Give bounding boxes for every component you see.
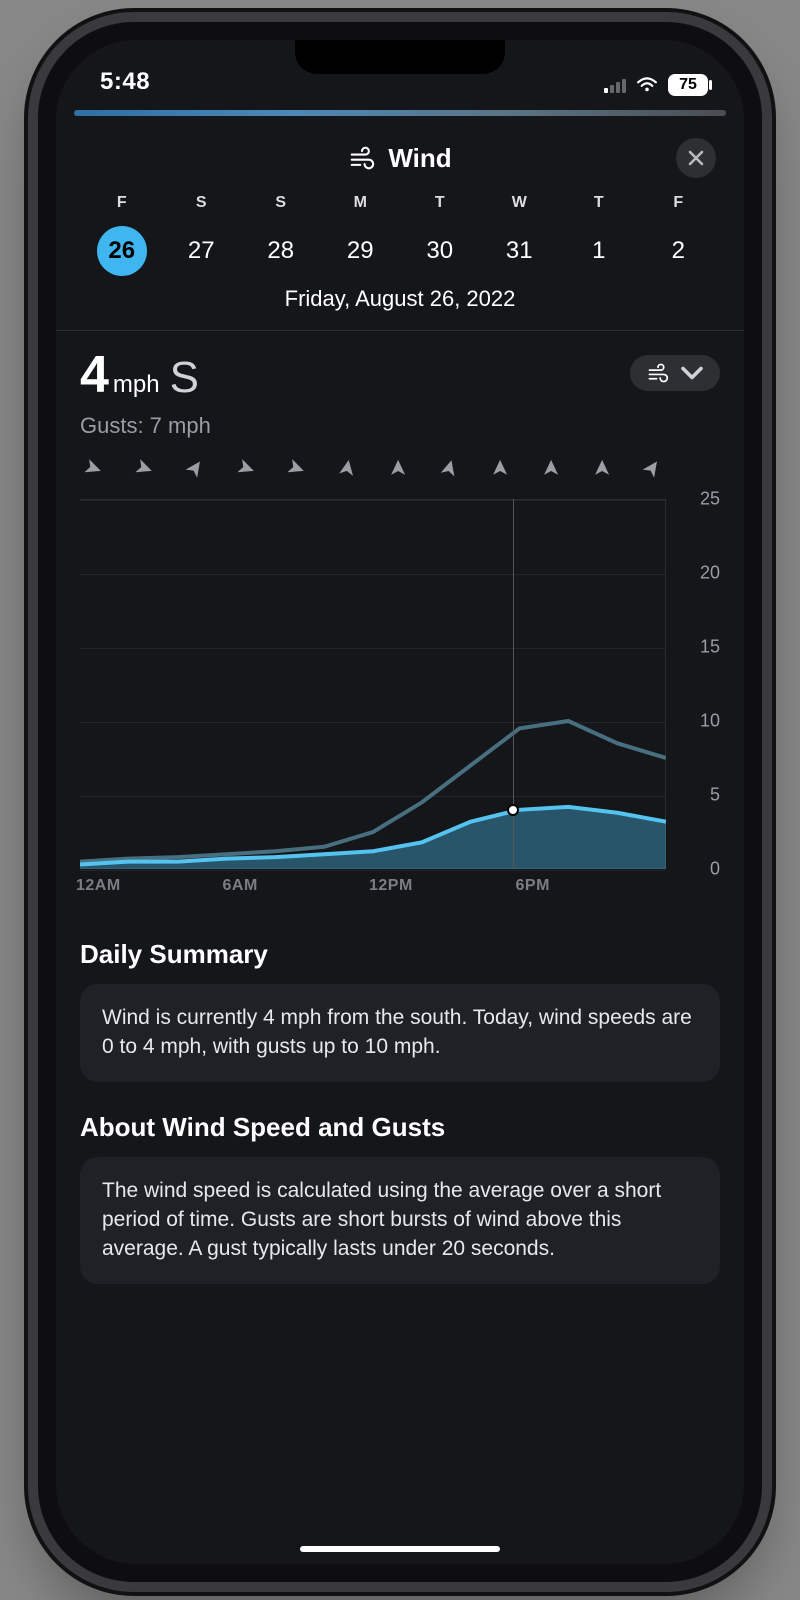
about-card: The wind speed is calculated using the a… [80,1157,720,1284]
y-tick: 20 [700,563,720,584]
wind-arrow-icon: ➤ [589,459,615,477]
wind-arrow-icon: ➤ [487,459,513,477]
x-tick: 12PM [369,877,413,895]
day-letter: S [241,194,321,216]
day-30[interactable]: T 30 [400,194,480,276]
selected-date: Friday, August 26, 2022 [80,286,720,312]
day-27[interactable]: S 27 [162,194,242,276]
y-tick: 5 [710,785,720,806]
x-tick: 6AM [223,877,258,895]
wind-icon [646,363,670,383]
day-number: 2 [653,226,703,276]
wind-speed-unit: mph [113,371,160,398]
day-1[interactable]: T 1 [559,194,639,276]
wind-arrow-icon: ➤ [333,457,362,480]
day-number: 29 [335,226,385,276]
wind-arrow-icon: ➤ [179,453,211,483]
home-indicator[interactable] [300,1546,500,1552]
divider [56,330,744,331]
day-number: 1 [574,226,624,276]
wind-speed-value: 4 [80,346,109,404]
cellular-signal-icon [604,77,626,93]
header-title: Wind [388,143,451,174]
wind-direction: S [170,353,199,402]
x-axis: 12AM6AM12PM6PM [80,877,666,909]
wind-arrow-icon: ➤ [80,453,106,484]
chevron-down-icon [680,363,704,383]
day-letter: M [321,194,401,216]
wind-icon [348,146,376,170]
battery-indicator: 75 [668,74,708,96]
day-26[interactable]: F 26 [82,194,162,276]
day-letter: T [559,194,639,216]
metric-picker-button[interactable] [630,355,720,391]
y-tick: 25 [700,489,720,510]
day-letter: W [480,194,560,216]
day-29[interactable]: M 29 [321,194,401,276]
wind-direction-arrows: ➤ ➤ ➤ ➤ ➤ ➤ ➤ ➤ ➤ ➤ ➤ ➤ [80,449,720,487]
day-number: 30 [415,226,465,276]
day-number: 27 [176,226,226,276]
wind-arrow-icon: ➤ [385,459,411,477]
wifi-icon [636,77,658,93]
day-31[interactable]: W 31 [480,194,560,276]
status-time: 5:48 [100,68,150,96]
day-letter: F [82,194,162,216]
wind-arrow-icon: ➤ [434,456,464,481]
wind-arrow-icon: ➤ [637,453,669,483]
wind-arrow-icon: ➤ [233,453,259,484]
wind-arrow-icon: ➤ [131,453,157,484]
close-button[interactable] [676,138,716,178]
day-number: 28 [256,226,306,276]
wind-arrow-icon: ➤ [538,459,564,477]
close-icon [687,149,705,167]
day-2[interactable]: F 2 [639,194,719,276]
wind-arrow-icon: ➤ [284,453,310,484]
daily-summary-title: Daily Summary [80,939,720,970]
day-28[interactable]: S 28 [241,194,321,276]
wind-readout: 4mph S Gusts: 7 mph [80,349,211,439]
day-number: 26 [97,226,147,276]
y-tick: 0 [710,859,720,880]
day-letter: F [639,194,719,216]
day-number: 31 [494,226,544,276]
y-axis: 0510152025 [670,499,720,869]
y-tick: 15 [700,637,720,658]
day-letter: T [400,194,480,216]
wind-chart[interactable]: ➤➤➤➤➤➤➤➤➤➤➤➤ 0510152025 12AM6AM12PM6PM [80,449,720,909]
x-tick: 6PM [516,877,550,895]
gusts-label: Gusts: 7 mph [80,413,211,439]
day-selector: F 26S 27S 28M 29T 30W 31T 1F 2 [80,194,720,276]
sheet-handle[interactable] [74,110,726,116]
daily-summary-card: Wind is currently 4 mph from the south. … [80,984,720,1082]
day-letter: S [162,194,242,216]
now-indicator-line [513,499,514,869]
y-tick: 10 [700,711,720,732]
x-tick: 12AM [76,877,121,895]
about-title: About Wind Speed and Gusts [80,1112,720,1143]
